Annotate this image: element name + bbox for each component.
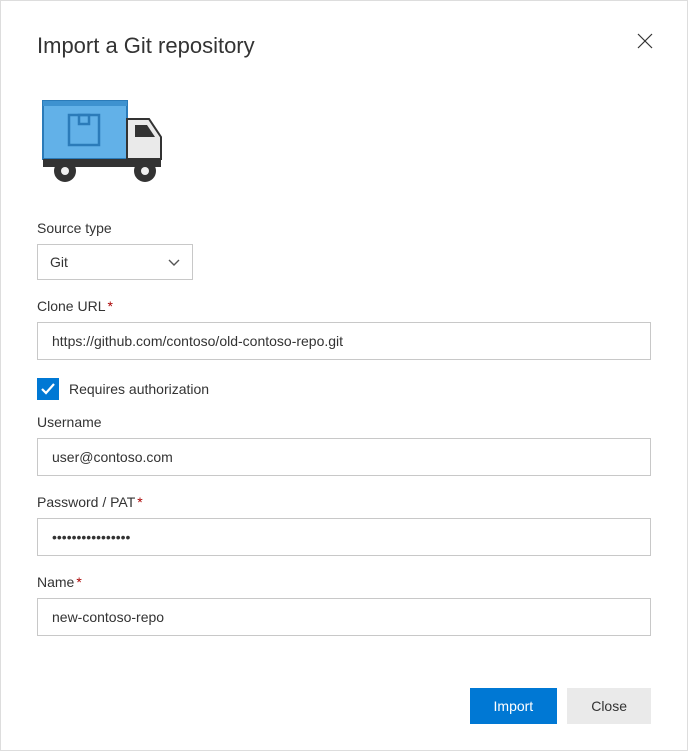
- password-input[interactable]: [37, 518, 651, 556]
- requires-auth-label: Requires authorization: [69, 381, 209, 397]
- requires-auth-row: Requires authorization: [37, 378, 651, 400]
- clone-url-input[interactable]: [37, 322, 651, 360]
- source-type-label: Source type: [37, 220, 651, 236]
- requires-auth-checkbox[interactable]: [37, 378, 59, 400]
- username-input[interactable]: [37, 438, 651, 476]
- password-field: Password / PAT*: [37, 494, 651, 556]
- required-asterisk: *: [137, 494, 142, 510]
- dialog-buttons: Import Close: [470, 688, 651, 724]
- clone-url-field: Clone URL*: [37, 298, 651, 360]
- name-label: Name*: [37, 574, 651, 590]
- username-label: Username: [37, 414, 651, 430]
- source-type-value: Git: [50, 254, 68, 270]
- chevron-down-icon: [168, 254, 180, 270]
- truck-illustration: [39, 95, 651, 190]
- import-button[interactable]: Import: [470, 688, 558, 724]
- name-field: Name*: [37, 574, 651, 636]
- required-asterisk: *: [107, 298, 112, 314]
- source-type-select[interactable]: Git: [37, 244, 193, 280]
- close-button[interactable]: Close: [567, 688, 651, 724]
- import-git-dialog: Import a Git repository Source type Git: [0, 0, 688, 751]
- source-type-field: Source type Git: [37, 220, 651, 280]
- close-icon[interactable]: [633, 29, 657, 53]
- password-label: Password / PAT*: [37, 494, 651, 510]
- username-field: Username: [37, 414, 651, 476]
- name-input[interactable]: [37, 598, 651, 636]
- clone-url-label: Clone URL*: [37, 298, 651, 314]
- dialog-title: Import a Git repository: [37, 33, 651, 59]
- required-asterisk: *: [76, 574, 81, 590]
